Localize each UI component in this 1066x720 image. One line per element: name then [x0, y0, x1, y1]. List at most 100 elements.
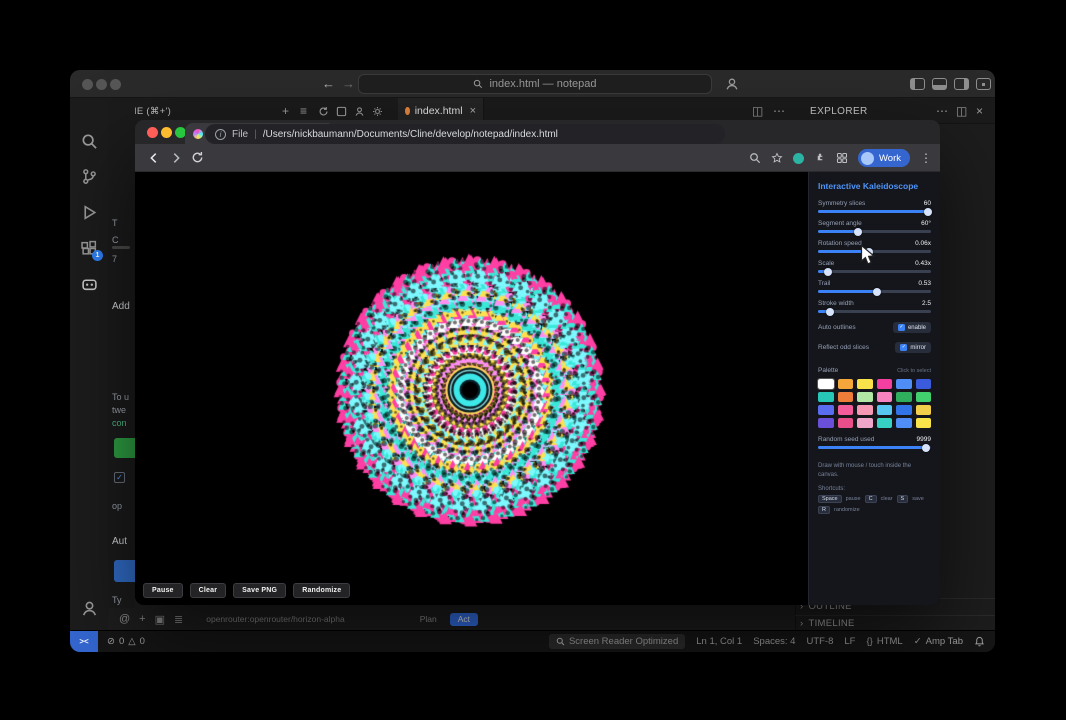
slider-thumb[interactable] — [923, 207, 932, 216]
bookmark-star-icon[interactable] — [771, 152, 783, 164]
address-bar[interactable]: i File | /Users/nickbaumann/Documents/Cl… — [205, 124, 725, 144]
clear-button[interactable]: Clear — [189, 583, 227, 598]
cline-robot-icon[interactable] — [81, 276, 98, 293]
primary-button-fragment[interactable] — [114, 560, 135, 582]
explorer-more-actions-icon[interactable]: ⋯ — [936, 104, 948, 118]
search-icon[interactable] — [749, 152, 761, 164]
slider-thumb[interactable] — [922, 443, 931, 452]
trail-slider[interactable] — [818, 287, 931, 296]
source-control-icon[interactable] — [81, 168, 98, 185]
palette-swatch[interactable] — [876, 405, 892, 415]
palette-swatch[interactable] — [915, 405, 931, 415]
profile-chip[interactable]: Work — [858, 149, 910, 167]
eol-status[interactable]: LF — [844, 636, 855, 647]
palette-swatch[interactable] — [818, 418, 834, 428]
plan-toggle[interactable]: Plan — [420, 614, 437, 624]
vscode-command-center[interactable]: index.html — notepad — [358, 74, 712, 94]
palette-swatch[interactable] — [915, 392, 931, 402]
toggle-panel-icon[interactable] — [932, 78, 947, 90]
settings-gear-icon[interactable] — [372, 106, 383, 117]
randomize-button[interactable]: Randomize — [293, 583, 351, 598]
palette-swatch[interactable] — [896, 405, 912, 415]
puzzle-extensions-icon[interactable] — [814, 152, 826, 164]
indentation-status[interactable]: Spaces: 4 — [753, 636, 795, 647]
palette-swatch[interactable] — [896, 418, 912, 428]
act-toggle[interactable]: Act — [449, 612, 478, 626]
approve-button-fragment[interactable] — [114, 438, 135, 458]
history-back-icon[interactable]: ← — [322, 76, 335, 91]
search-icon[interactable] — [81, 133, 98, 150]
task-list-icon[interactable]: ≡ — [300, 104, 307, 118]
account-sync-icon[interactable] — [725, 77, 739, 91]
extension-icon[interactable] — [793, 152, 804, 164]
image-icon[interactable]: ▣ — [155, 613, 165, 626]
language-status[interactable]: {} HTML — [866, 636, 902, 647]
menu-icon[interactable]: ≣ — [174, 613, 183, 626]
notifications-bell-icon[interactable] — [974, 636, 985, 647]
slider-thumb[interactable] — [826, 307, 835, 316]
stroke-width-slider[interactable] — [818, 307, 931, 316]
screen-reader-status[interactable]: Screen Reader Optimized — [548, 634, 686, 649]
palette-swatch[interactable] — [818, 405, 834, 415]
palette-swatch[interactable] — [857, 418, 873, 428]
toggle-primary-sidebar-icon[interactable] — [910, 78, 925, 90]
account-icon[interactable] — [354, 106, 365, 117]
segment-angle-slider[interactable] — [818, 227, 931, 236]
palette-swatch[interactable] — [896, 392, 912, 402]
auto-outlines-toggle[interactable]: ✓ enable — [892, 322, 931, 333]
palette-swatch[interactable] — [837, 379, 853, 389]
timeline-section[interactable]: › TIMELINE — [795, 615, 995, 631]
split-editor-icon[interactable]: ◫ — [752, 104, 763, 118]
amp-tab-status[interactable]: ✓ Amp Tab — [914, 636, 963, 647]
open-in-editor-icon[interactable] — [336, 106, 347, 117]
minimize-window-button[interactable] — [161, 127, 172, 138]
pause-button[interactable]: Pause — [143, 583, 183, 598]
symmetry-slider[interactable] — [818, 207, 932, 216]
palette-swatch[interactable] — [857, 392, 873, 402]
palette-swatch[interactable] — [818, 392, 834, 402]
scale-slider[interactable] — [818, 267, 931, 276]
palette-swatch[interactable] — [837, 392, 853, 402]
close-window-button[interactable] — [82, 79, 93, 90]
new-task-icon[interactable]: + — [282, 104, 289, 118]
palette-swatch[interactable] — [857, 405, 873, 415]
history-icon[interactable] — [318, 106, 329, 117]
close-panel-icon[interactable]: × — [976, 104, 983, 118]
checkbox[interactable]: ✓ — [114, 472, 125, 483]
forward-icon[interactable] — [169, 151, 183, 165]
palette-swatch[interactable] — [857, 379, 873, 389]
encoding-status[interactable]: UTF-8 — [806, 636, 833, 647]
palette-swatch[interactable] — [915, 418, 931, 428]
remote-indicator[interactable]: >< — [70, 630, 98, 652]
seed-slider[interactable] — [818, 443, 931, 452]
mention-icon[interactable]: @ — [119, 613, 130, 625]
add-icon[interactable]: + — [139, 613, 145, 625]
account-icon[interactable] — [81, 600, 98, 617]
palette-swatch[interactable] — [817, 378, 835, 390]
slider-thumb[interactable] — [824, 267, 833, 276]
model-name[interactable]: openrouter:openrouter/horizon-alpha — [206, 614, 344, 624]
slider-thumb[interactable] — [853, 227, 862, 236]
cursor-position-status[interactable]: Ln 1, Col 1 — [696, 636, 742, 647]
palette-swatch[interactable] — [876, 418, 892, 428]
restore-panel-icon[interactable]: ◫ — [956, 104, 967, 118]
problems-indicator[interactable]: ⊘ 0 △ 0 — [107, 636, 145, 647]
save-png-button[interactable]: Save PNG — [233, 583, 287, 598]
palette-swatch[interactable] — [837, 405, 853, 415]
history-forward-icon[interactable]: → — [342, 76, 355, 91]
palette-swatch[interactable] — [876, 392, 892, 402]
editor-more-actions-icon[interactable]: ⋯ — [773, 104, 785, 118]
browser-menu-icon[interactable]: ⋮ — [920, 151, 932, 165]
close-tab-icon[interactable]: × — [470, 105, 476, 117]
minimize-window-button[interactable] — [96, 79, 107, 90]
zoom-window-button[interactable] — [110, 79, 121, 90]
tab-groups-icon[interactable] — [836, 152, 848, 164]
palette-swatch[interactable] — [837, 418, 853, 428]
palette-swatch[interactable] — [915, 379, 931, 389]
toggle-secondary-sidebar-icon[interactable] — [954, 78, 969, 90]
palette-swatch[interactable] — [876, 379, 892, 389]
palette-swatch[interactable] — [896, 379, 912, 389]
info-icon[interactable]: i — [215, 128, 226, 140]
close-window-button[interactable] — [147, 127, 158, 138]
customize-layout-icon[interactable] — [976, 78, 991, 90]
